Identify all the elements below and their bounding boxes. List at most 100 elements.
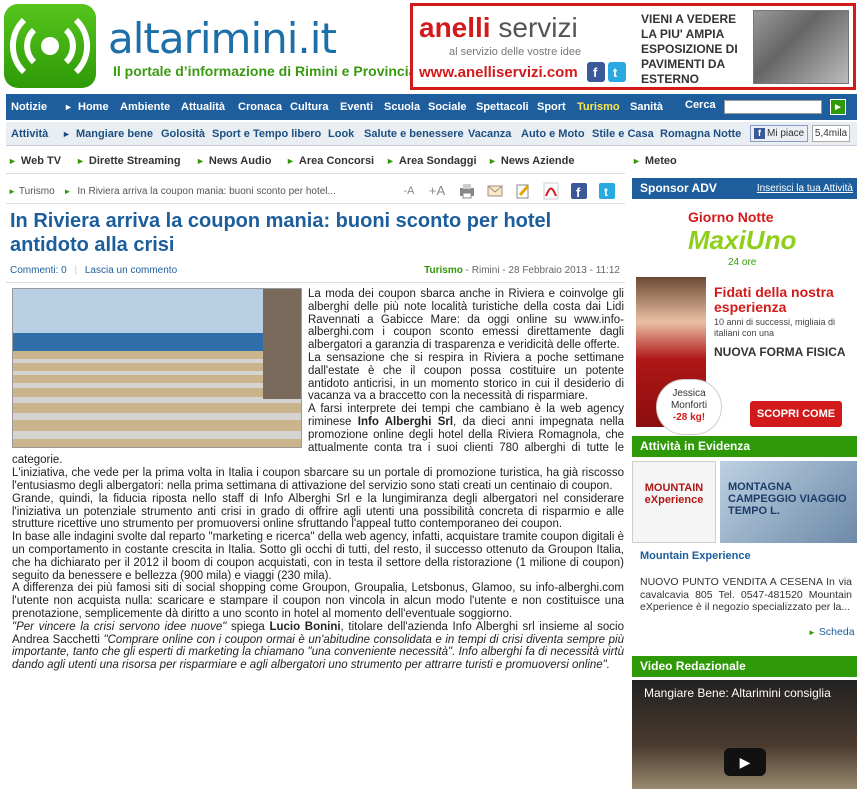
evidenza-text: NUOVO PUNTO VENDITA A CESENA In via cava…	[640, 576, 852, 613]
facebook-like-count: 5,4mila	[812, 125, 850, 142]
ad-subtitle: 10 anni di successi, migliaia di italian…	[714, 317, 836, 338]
nav-eventi[interactable]: Eventi	[340, 94, 373, 120]
nav-home[interactable]: Home	[78, 94, 109, 120]
arrow-icon: ►	[8, 187, 16, 196]
nav-vacanza[interactable]: Vacanza	[468, 122, 511, 146]
article-title: In Riviera arriva la coupon mania: buoni…	[10, 210, 552, 256]
article-category[interactable]: Turismo	[424, 265, 463, 276]
ad-product: MaxiUno	[688, 225, 797, 255]
font-decrease-button[interactable]: -A	[398, 182, 420, 200]
email-icon[interactable]	[486, 182, 504, 200]
secondary-nav: Attività ► Mangiare bene Golosità Sport …	[6, 122, 857, 146]
site-name[interactable]: altarimini.it	[108, 14, 337, 63]
nav-area-sondaggi[interactable]: ► Area Sondaggi	[386, 148, 477, 174]
facebook-like-button[interactable]: f Mi piace	[750, 125, 808, 142]
banner-subtitle: al servizio delle vostre idee	[449, 46, 582, 58]
article-paragraph: A differenza dei più famosi siti di soci…	[12, 582, 624, 620]
search-button[interactable]: ►	[830, 99, 846, 115]
nav-label: News Aziende	[500, 155, 575, 167]
leave-comment-link[interactable]: Lascia un commento	[85, 265, 177, 276]
svg-text:f: f	[593, 65, 598, 80]
arrow-icon: ►	[632, 156, 641, 166]
twitter-share-icon[interactable]: t	[598, 182, 616, 200]
nav-sanita[interactable]: Sanità	[630, 94, 663, 120]
nav-news-aziende[interactable]: ► News Aziende	[488, 148, 574, 174]
svg-text:f: f	[576, 185, 581, 200]
nav-attualita[interactable]: Attualità	[181, 94, 225, 120]
nav-turismo[interactable]: Turismo	[577, 94, 620, 120]
facebook-share-icon[interactable]: f	[570, 182, 588, 200]
nav-mangiare-bene[interactable]: Mangiare bene	[76, 122, 153, 146]
article-date: - Rimini - 28 Febbraio 2013 - 11:12	[462, 265, 620, 276]
article-column: ► Turismo ► In Riviera arriva la coupon ma…	[6, 176, 625, 789]
sidebar: Sponsor ADV Inserisci la tua Attività Gi…	[632, 176, 857, 789]
nav-sport-tempo-libero[interactable]: Sport e Tempo libero	[212, 122, 321, 146]
nav-look[interactable]: Look	[328, 122, 354, 146]
banner-brand-suffix: servizi	[498, 12, 578, 43]
video-player[interactable]: Mangiare Bene: Altarimini consiglia ▶	[632, 680, 857, 789]
nav-golosita[interactable]: Golosità	[161, 122, 205, 146]
top-banner-ad[interactable]: anelli servizi al servizio delle vostre …	[410, 3, 856, 90]
testimonial-name: Jessica Monforti	[670, 388, 708, 411]
nav-ambiente[interactable]: Ambiente	[120, 94, 170, 120]
store-photo: MONTAGNA CAMPEGGIO VIAGGIO TEMPO L.	[720, 461, 857, 543]
nav-arrow-icon: ►	[62, 129, 71, 139]
ad-cta-button[interactable]: SCOPRI COME ►	[750, 401, 842, 446]
nav-notizie[interactable]: Notizie	[11, 94, 47, 120]
breadcrumb-section[interactable]: Turismo	[19, 186, 55, 197]
edit-icon[interactable]	[514, 182, 532, 200]
play-icon[interactable]: ▶	[724, 748, 766, 776]
nav-romagna-notte[interactable]: Romagna Notte	[660, 122, 741, 146]
sidebar-ad[interactable]: Giorno Notte MaxiUno 24 ore Fidati della…	[632, 201, 857, 446]
article-paragraph: Grande, quindi, la fiducia riposta nello…	[12, 492, 624, 531]
search-label: Cerca	[685, 99, 716, 111]
comments-count[interactable]: Commenti: 0	[10, 265, 67, 276]
ad-tagline: NUOVA FORMA FISICA	[714, 345, 846, 359]
sponsor-title: Sponsor ADV	[640, 181, 717, 195]
nav-spettacoli[interactable]: Spettacoli	[476, 94, 529, 120]
main-nav: Notizie ► Home Ambiente Attualità Cronac…	[6, 94, 857, 120]
nav-sport[interactable]: Sport	[537, 94, 566, 120]
nav-news-audio[interactable]: ► News Audio	[196, 148, 271, 174]
arrow-icon: ►	[488, 156, 497, 166]
nav-label: News Audio	[208, 155, 272, 167]
scheda-link[interactable]: ► Scheda	[808, 626, 855, 638]
banner-brand-name: anelli	[419, 12, 491, 43]
broadcast-icon	[9, 17, 91, 75]
print-icon[interactable]	[458, 182, 476, 200]
evidenza-images[interactable]: MOUNTAIN eXperience MONTAGNA CAMPEGGIO V…	[632, 461, 857, 543]
ad-headline: Fidati della nostra esperienza	[714, 284, 834, 315]
nav-arrow-icon: ►	[64, 102, 73, 112]
evidenza-title[interactable]: Mountain Experience	[640, 550, 751, 562]
nav-salute-benessere[interactable]: Salute e benessere	[364, 122, 464, 146]
nav-stile-casa[interactable]: Stile e Casa	[592, 122, 654, 146]
ad-brand: Giorno Notte	[688, 209, 774, 225]
quote: "Comprare online con i coupon ormai è un…	[12, 633, 624, 672]
article-dateline: Turismo - Rimini - 28 Febbraio 2013 - 11…	[424, 265, 620, 276]
add-business-link[interactable]: Inserisci la tua Attività	[757, 178, 853, 199]
breadcrumb-current: In Riviera arriva la coupon mania: buoni…	[77, 186, 336, 197]
nav-label: Web TV	[20, 155, 62, 167]
nav-web-tv[interactable]: ► Web TV	[8, 148, 61, 174]
site-header: altarimini.it Il portale d’informazione …	[0, 0, 859, 92]
facebook-icon: f	[754, 128, 765, 139]
beach-photo	[13, 289, 301, 447]
nav-meteo[interactable]: ► Meteo	[632, 148, 677, 174]
nav-auto-moto[interactable]: Auto e Moto	[521, 122, 585, 146]
font-increase-button[interactable]: +A	[426, 182, 448, 200]
site-logo[interactable]	[4, 4, 96, 88]
search-input[interactable]	[724, 100, 822, 114]
nav-cultura[interactable]: Cultura	[290, 94, 329, 120]
nav-attivita[interactable]: Attività	[11, 122, 48, 146]
tertiary-nav: ► Web TV ► Dirette Streaming ► News Audio ►…	[6, 148, 625, 174]
nav-sociale[interactable]: Sociale	[428, 94, 467, 120]
nav-dirette-streaming[interactable]: ► Dirette Streaming	[76, 148, 181, 174]
nav-scuola[interactable]: Scuola	[384, 94, 420, 120]
nav-cronaca[interactable]: Cronaca	[238, 94, 282, 120]
pdf-icon[interactable]	[542, 182, 560, 200]
breadcrumb-sep-icon: ►	[63, 187, 72, 196]
ad-hours: 24 ore	[728, 257, 757, 268]
nav-area-concorsi[interactable]: ► Area Concorsi	[286, 148, 374, 174]
article-meta: Commenti: 0 | Lascia un commento Turismo…	[10, 265, 622, 279]
article-paragraph: L'iniziativa, che vede per la prima volt…	[12, 467, 624, 492]
